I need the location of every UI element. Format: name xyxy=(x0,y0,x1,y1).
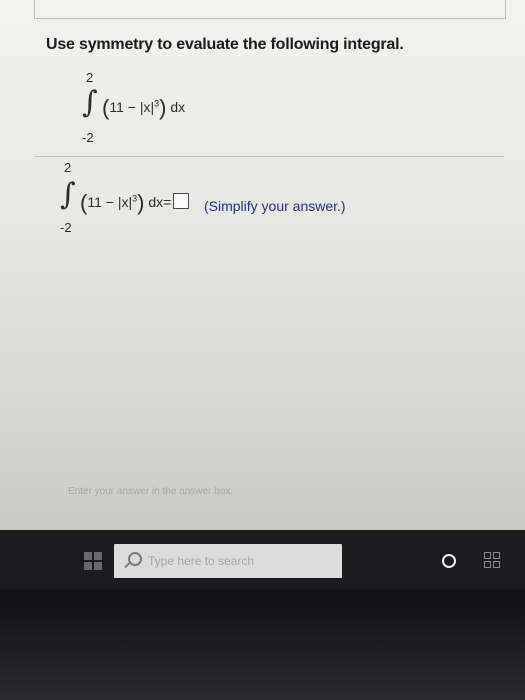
integrand-text: 11 − |x| xyxy=(109,99,155,115)
search-icon xyxy=(128,552,142,566)
integral-display: 2 ∫ (11 − |x|3) dx -2 xyxy=(78,70,238,150)
status-message: Enter your answer in the answer box. xyxy=(68,486,234,497)
taskbar-search-input[interactable]: Type here to search xyxy=(114,544,342,578)
browser-content: Use symmetry to evaluate the following i… xyxy=(0,0,525,530)
integral-sign: ∫ xyxy=(82,85,98,120)
answer-input[interactable] xyxy=(173,193,190,209)
differential: dx xyxy=(170,99,186,115)
answer-integral-sign: ∫ xyxy=(60,177,76,212)
windows-taskbar: Type here to search xyxy=(0,530,525,590)
answer-close-paren: ) xyxy=(137,190,145,215)
windows-start-icon[interactable] xyxy=(84,552,102,570)
simplify-hint: (Simplify your answer.) xyxy=(204,198,346,214)
upper-limit: 2 xyxy=(86,70,94,85)
task-view-icon[interactable] xyxy=(484,552,500,568)
answer-differential: dx xyxy=(148,194,164,210)
equals-sign: = xyxy=(163,194,172,210)
close-paren: ) xyxy=(159,95,167,120)
lower-limit: -2 xyxy=(82,130,94,145)
answer-upper-limit: 2 xyxy=(64,160,72,175)
search-placeholder: Type here to search xyxy=(148,554,255,568)
answer-integrand-text: 11 − |x| xyxy=(87,194,133,210)
top-frame xyxy=(34,0,506,19)
section-divider xyxy=(34,156,504,157)
answer-expression: (11 − |x|3) dx= xyxy=(80,190,193,216)
answer-lower-limit: -2 xyxy=(60,220,72,235)
cortana-icon[interactable] xyxy=(442,554,456,568)
monitor-bezel xyxy=(0,590,525,700)
question-prompt: Use symmetry to evaluate the following i… xyxy=(46,36,404,53)
integrand: (11 − |x|3) dx xyxy=(102,95,185,121)
